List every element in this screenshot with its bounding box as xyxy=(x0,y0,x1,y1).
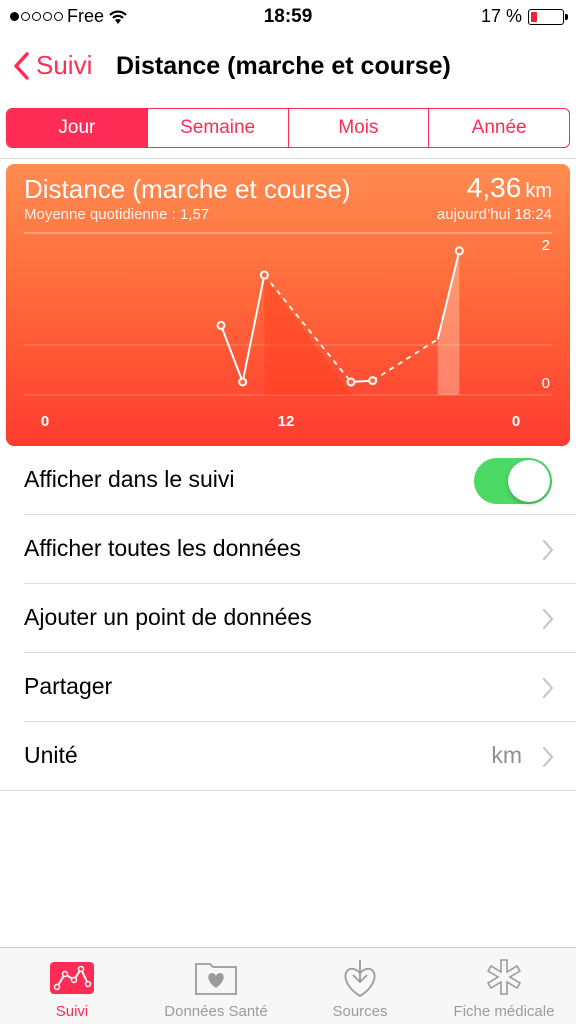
show-in-tracking-toggle[interactable] xyxy=(474,458,552,504)
back-button[interactable]: Suivi xyxy=(12,50,92,81)
tab-suivi-label: Suivi xyxy=(55,1003,89,1020)
series-line-segment xyxy=(241,274,266,383)
tab-bar: Suivi Données Santé Sources Fiche médica… xyxy=(0,947,576,1024)
show-in-tracking-row: Afficher dans le suivi xyxy=(0,446,576,515)
series-line-segment xyxy=(220,325,244,383)
distance-line-chart: 2 0 0 12 0 xyxy=(24,232,552,430)
period-segmented-control: Jour Semaine Mois Année xyxy=(6,108,570,148)
tab-donnees-sante[interactable]: Données Santé xyxy=(144,948,288,1024)
navigation-bar: Suivi Distance (marche et course) xyxy=(0,34,576,98)
tab-sources-label: Sources xyxy=(332,1003,388,1020)
chevron-right-icon xyxy=(542,608,554,630)
unit-label: Unité xyxy=(24,742,78,768)
show-all-data-label: Afficher toutes les données xyxy=(24,535,302,561)
chevron-left-icon xyxy=(14,51,29,80)
segment-annee[interactable]: Année xyxy=(428,109,569,147)
tab-fiche-medicale[interactable]: Fiche médicale xyxy=(432,948,576,1024)
chart-icon xyxy=(50,962,94,994)
x-tick-label: 0 xyxy=(512,413,520,430)
tab-donnees-sante-label: Données Santé xyxy=(164,1003,268,1020)
medical-star-icon xyxy=(486,959,522,995)
data-point xyxy=(259,270,269,280)
heart-folder-icon xyxy=(195,963,237,995)
battery-percent: 17 % xyxy=(480,6,522,26)
add-data-point-label: Ajouter un point de données xyxy=(24,604,312,630)
y-tick-label: 2 xyxy=(542,237,550,254)
add-data-point-row[interactable]: Ajouter un point de données xyxy=(0,584,576,653)
segment-jour[interactable]: Jour xyxy=(7,109,147,147)
tab-fiche-medicale-label: Fiche médicale xyxy=(453,1003,555,1020)
unit-value: km xyxy=(491,742,522,768)
status-bar: Free 18:59 17 % xyxy=(0,0,576,34)
tab-sources[interactable]: Sources xyxy=(288,948,432,1024)
share-row[interactable]: Partager xyxy=(0,653,576,722)
data-point xyxy=(346,377,356,387)
x-tick-label: 0 xyxy=(41,413,49,430)
area-fill xyxy=(264,275,351,395)
data-point xyxy=(216,320,226,330)
data-point xyxy=(238,377,248,387)
chevron-right-icon xyxy=(542,746,554,768)
show-in-tracking-label: Afficher dans le suivi xyxy=(24,466,235,492)
distance-chart-card[interactable]: Distance (marche et course) Moyenne quot… xyxy=(6,164,570,446)
segment-semaine[interactable]: Semaine xyxy=(146,109,288,147)
download-heart-icon xyxy=(344,960,376,998)
x-tick-label: 12 xyxy=(278,413,295,430)
y-tick-label: 0 xyxy=(542,375,550,392)
battery-icon xyxy=(528,8,568,25)
chevron-right-icon xyxy=(542,539,554,561)
share-label: Partager xyxy=(24,673,113,699)
tab-suivi[interactable]: Suivi xyxy=(0,948,144,1024)
page-title: Distance (marche et course) xyxy=(116,52,451,80)
chevron-right-icon xyxy=(542,677,554,699)
segment-mois[interactable]: Mois xyxy=(287,109,429,147)
data-point xyxy=(368,376,378,386)
show-all-data-row[interactable]: Afficher toutes les données xyxy=(0,515,576,584)
back-label: Suivi xyxy=(36,50,93,80)
data-point xyxy=(454,246,464,256)
unit-row[interactable]: Unité km xyxy=(0,722,576,791)
divider xyxy=(0,158,576,159)
